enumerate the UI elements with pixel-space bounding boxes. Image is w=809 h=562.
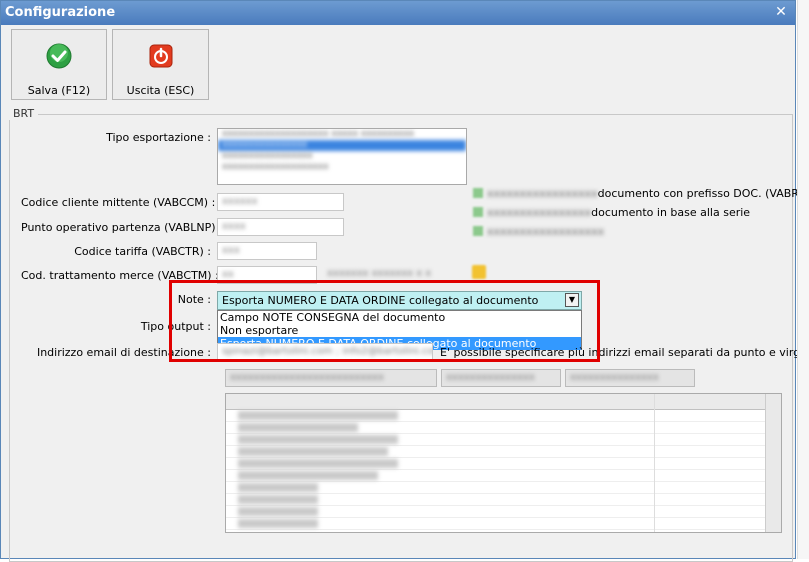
checkbox-icon	[473, 188, 483, 198]
punto-operativo-input[interactable]: xxxx	[217, 218, 344, 236]
table-row[interactable]	[226, 446, 781, 458]
option-prefisso-doc[interactable]: xxxxxxxxxxxxxxxxxdocumento con prefisso …	[473, 187, 809, 200]
window-title: Configurazione	[5, 5, 116, 20]
column-separator	[654, 394, 655, 532]
background-scrollbar[interactable]	[797, 0, 809, 559]
title-bar: Configurazione ✕	[1, 1, 795, 25]
grid-scrollbar[interactable]	[765, 394, 781, 532]
save-button-label: Salva (F12)	[27, 84, 91, 97]
group-title: BRT	[9, 107, 39, 120]
checkbox-icon	[473, 226, 483, 236]
annotation-highlight	[169, 280, 600, 362]
grid-header	[226, 394, 781, 410]
punto-operativo-label: Punto operativo partenza (VABLNP) :	[21, 221, 223, 234]
config-window: Configurazione ✕ Salva (F12) Uscita (ESC…	[0, 0, 809, 562]
option-serie[interactable]: xxxxxxxxxxxxxxxxdocumento in base alla s…	[473, 206, 750, 219]
save-button[interactable]: Salva (F12)	[11, 29, 107, 100]
codice-cliente-input[interactable]: xxxxxx	[217, 193, 344, 211]
folder-icon[interactable]	[472, 265, 486, 279]
check-icon	[46, 43, 72, 69]
list-item[interactable]: xxxxxxxxxxxxxxxxxxxx xxxxx xxxxxxxxxx	[218, 129, 466, 140]
table-row[interactable]	[226, 494, 781, 506]
close-icon[interactable]: ✕	[773, 4, 789, 20]
table-row[interactable]	[226, 518, 781, 530]
option-redacted[interactable]: xxxxxxxxxxxxxxxxxx	[473, 225, 604, 238]
table-row[interactable]	[226, 470, 781, 482]
tipo-esportazione-list[interactable]: xxxxxxxxxxxxxxxxxxxx xxxxx xxxxxxxxxx xx…	[217, 128, 467, 185]
table-row[interactable]	[226, 482, 781, 494]
codice-tariffa-input[interactable]: xxx	[217, 242, 317, 260]
codice-tariffa-label: Codice tariffa (VABCTR) :	[74, 245, 211, 258]
table-row[interactable]	[226, 422, 781, 434]
list-item[interactable]: xxxxxxxxxxxxxxxxxxxx	[218, 162, 466, 173]
list-item[interactable]: xxxxxxxxxxxxxxxx	[218, 140, 466, 151]
table-row[interactable]	[226, 410, 781, 422]
exit-button-label: Uscita (ESC)	[126, 84, 195, 97]
table-row[interactable]	[226, 506, 781, 518]
codice-cliente-label: Codice cliente mittente (VABCCM) :	[21, 196, 216, 209]
tab-redacted[interactable]: xxxxxxxxxxxxxxxxxxxxxxxxxx	[225, 369, 437, 387]
list-item[interactable]: xxxxxxxxxxxxxxxxx	[218, 151, 466, 162]
table-row[interactable]	[226, 458, 781, 470]
table-row[interactable]	[226, 434, 781, 446]
checkbox-icon	[473, 207, 483, 217]
tipo-esportazione-label: Tipo esportazione :	[106, 131, 211, 144]
power-icon	[149, 44, 172, 68]
data-grid	[225, 393, 782, 533]
tab-redacted[interactable]: xxxxxxxxxxxxxxx	[441, 369, 561, 387]
tab-redacted[interactable]: xxxxxxxxxxxxxxx	[565, 369, 695, 387]
exit-button[interactable]: Uscita (ESC)	[112, 29, 209, 100]
